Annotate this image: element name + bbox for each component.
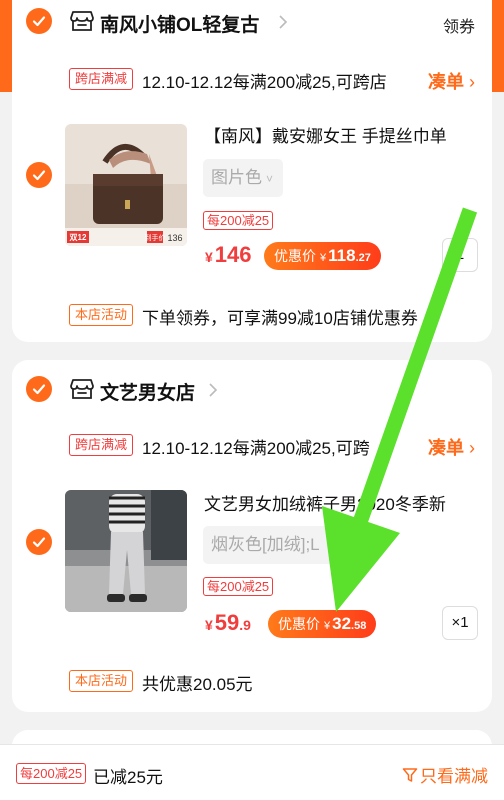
product-thumbnail-bag[interactable]: 双12 到手价 136: [65, 124, 187, 246]
quantity-stepper[interactable]: 1: [442, 238, 478, 272]
shop-select-checkbox[interactable]: [26, 8, 52, 34]
price-integer: 59: [214, 610, 240, 635]
sku-label: 烟灰色[加绒];L: [211, 535, 320, 554]
price-currency: ¥: [205, 249, 213, 265]
store-activity-tag: 本店活动: [69, 670, 134, 692]
discount-currency: ¥: [324, 620, 331, 632]
shop-card: 南风小铺OL轻复古 领券 跨店满减 12.10-12.12每满200减25,可跨…: [12, 0, 492, 342]
chevron-right-icon: ›: [464, 72, 475, 92]
promo-text: 12.10-12.12每满200减25,可跨: [142, 439, 370, 458]
discount-price-pill: 优惠价 ¥32.58: [268, 610, 377, 638]
add-more-label: 凑单: [428, 72, 464, 92]
chevron-down-icon: ˅: [266, 172, 274, 186]
product-title[interactable]: 文艺男女加绒裤子男2020冬季新: [204, 490, 479, 515]
shop-icon: [70, 11, 94, 31]
product-thumbnail-pants[interactable]: [65, 490, 187, 612]
item-promo-tag: 每200减25: [203, 577, 274, 596]
discount-currency: ¥: [320, 252, 327, 264]
sku-selector[interactable]: 图片色 ˅: [203, 159, 283, 197]
discount-integer: 32: [332, 614, 352, 633]
chevron-right-icon[interactable]: [278, 14, 288, 30]
shop-select-checkbox[interactable]: [26, 376, 52, 402]
price-currency: ¥: [205, 617, 213, 633]
item-price: ¥146: [205, 242, 252, 268]
quantity-stepper[interactable]: ×1: [442, 606, 478, 640]
check-icon: [32, 16, 46, 27]
discount-label: 优惠价: [274, 248, 316, 264]
promo-text: 12.10-12.12每满200减25,可跨店: [142, 73, 387, 92]
shop-icon: [70, 379, 94, 399]
orange-header-strip-left: [0, 0, 12, 92]
price-decimal: .9: [239, 617, 251, 633]
item-price: ¥59.9: [205, 610, 251, 636]
shop-name[interactable]: 南风小铺OL轻复古: [100, 10, 259, 37]
orange-header-strip-right: [492, 0, 504, 92]
discount-label: 优惠价: [278, 616, 320, 632]
item-promo-tag: 每200减25: [203, 211, 274, 230]
add-more-label: 凑单: [428, 438, 464, 458]
filter-label: 只看满减: [420, 767, 488, 786]
filter-full-reduction-button[interactable]: 只看满减: [402, 762, 488, 787]
item-select-checkbox[interactable]: [26, 529, 52, 555]
item-select-checkbox[interactable]: [26, 162, 52, 188]
shop-card: 文艺男女店 跨店满减 12.10-12.12每满200减25,可跨 凑单 › 文…: [12, 360, 492, 712]
price-integer: 146: [214, 242, 252, 267]
store-activity-text: 下单领券，可享满99减10店铺优惠券: [142, 309, 418, 328]
thumb-price-caption: 到手价: [145, 233, 166, 242]
check-icon: [32, 537, 46, 548]
add-more-link[interactable]: 凑单 ›: [428, 434, 475, 460]
saved-amount-text: 已减25元: [93, 768, 163, 787]
discount-decimal: .27: [355, 252, 371, 264]
store-activity-tag: 本店活动: [69, 304, 134, 326]
filter-icon: [402, 767, 418, 782]
store-activity-text: 共优惠20.05元: [142, 675, 253, 694]
bottom-promo-tag: 每200减25: [16, 763, 87, 784]
pants-image: [65, 490, 187, 612]
discount-integer: 118: [328, 246, 356, 265]
cross-store-promo-tag: 跨店满减: [69, 434, 134, 456]
bottom-promo-bar: 每200减25 已减25元 只看满减: [0, 744, 504, 800]
chevron-right-icon[interactable]: [208, 382, 218, 398]
discount-price-pill: 优惠价 ¥118.27: [264, 242, 381, 270]
sku-label: 图片色: [211, 168, 262, 187]
sku-selector[interactable]: 烟灰色[加绒];L: [203, 526, 341, 564]
discount-decimal: .58: [351, 620, 367, 632]
bag-image: 双12 到手价 136: [65, 124, 187, 246]
shop-name[interactable]: 文艺男女店: [100, 378, 195, 405]
product-title[interactable]: 【南风】戴安娜女王 手提丝巾单: [204, 122, 479, 147]
chevron-right-icon: ›: [464, 438, 475, 458]
cross-store-promo-tag: 跨店满减: [69, 68, 134, 90]
thumb-event-badge: 双12: [70, 233, 87, 242]
add-more-link[interactable]: 凑单 ›: [428, 68, 475, 94]
check-icon: [32, 170, 46, 181]
get-coupon-button[interactable]: 领券: [443, 13, 475, 37]
check-icon: [32, 384, 46, 395]
thumb-price-value: 136: [167, 233, 182, 243]
